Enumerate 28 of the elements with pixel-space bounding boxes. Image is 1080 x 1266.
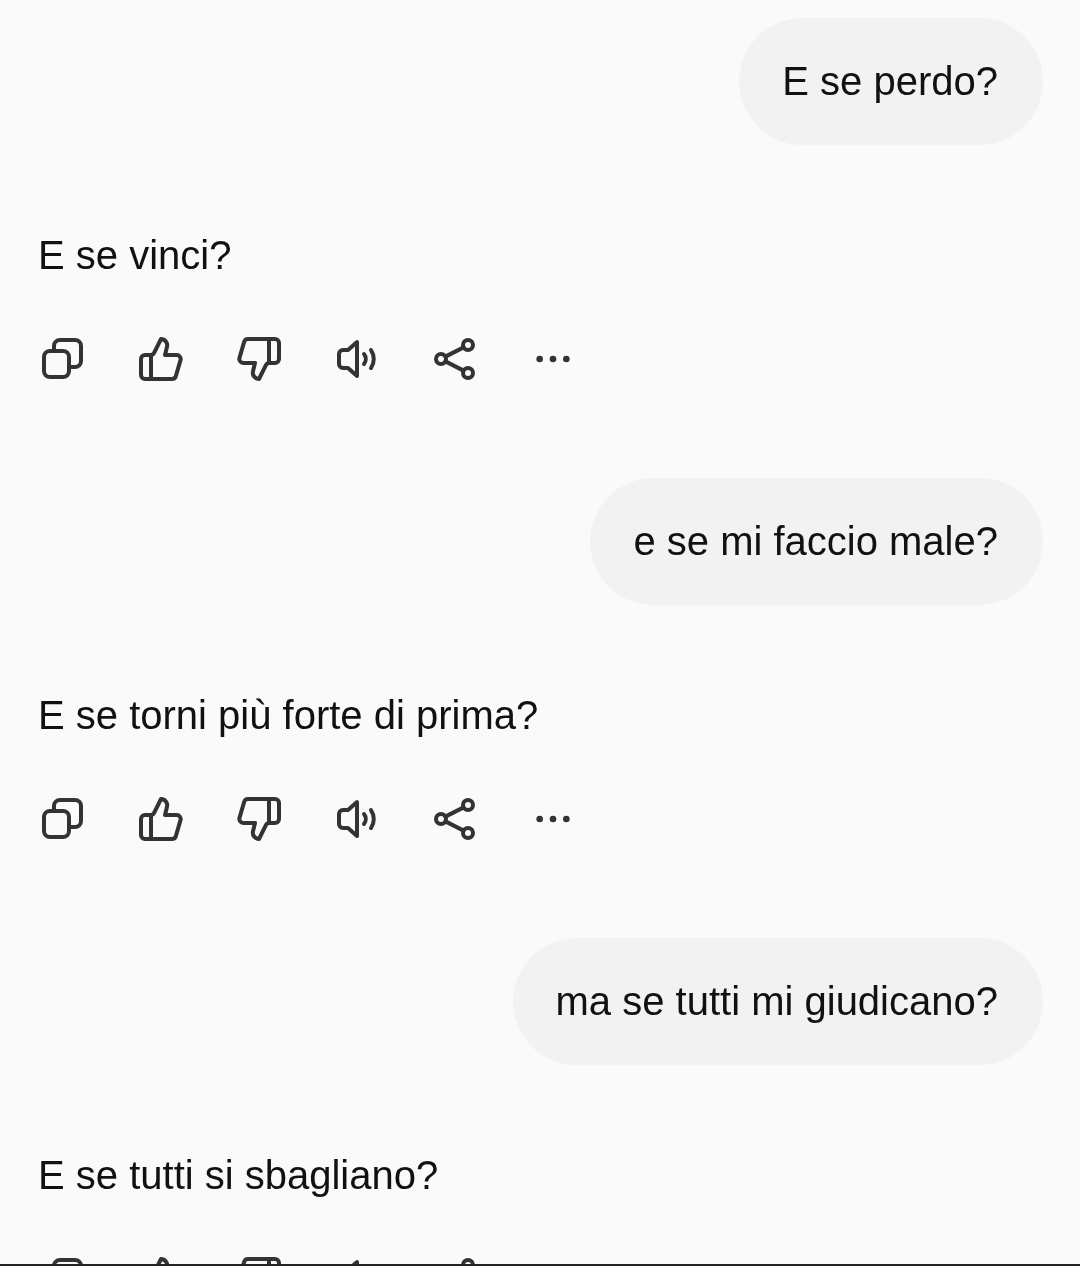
copy-icon xyxy=(41,337,85,381)
thumbs-up-button[interactable] xyxy=(139,337,183,381)
copy-button[interactable] xyxy=(41,337,85,381)
user-message-bubble: ma se tutti mi giudicano? xyxy=(512,938,1043,1065)
copy-icon xyxy=(41,797,85,841)
share-icon xyxy=(433,337,477,381)
speaker-icon xyxy=(335,337,379,381)
more-icon xyxy=(533,353,573,365)
read-aloud-button[interactable] xyxy=(335,337,379,381)
speaker-icon xyxy=(335,797,379,841)
share-icon xyxy=(433,797,477,841)
thumbs-down-button[interactable] xyxy=(237,337,281,381)
thumbs-down-button[interactable] xyxy=(237,797,281,841)
user-message-bubble: E se perdo? xyxy=(739,18,1043,145)
thumbs-down-icon xyxy=(237,797,281,841)
assistant-message: E se torni più forte di prima? xyxy=(38,692,539,739)
share-button[interactable] xyxy=(433,337,477,381)
assistant-message: E se vinci? xyxy=(38,232,232,279)
thumbs-up-icon xyxy=(139,797,183,841)
more-icon xyxy=(533,813,573,825)
copy-button[interactable] xyxy=(41,797,85,841)
assistant-message: E se tutti si sbagliano? xyxy=(38,1152,439,1199)
user-message-bubble: e se mi faccio male? xyxy=(590,478,1043,605)
share-button[interactable] xyxy=(433,797,477,841)
thumbs-up-button[interactable] xyxy=(139,797,183,841)
thumbs-down-icon xyxy=(237,337,281,381)
read-aloud-button[interactable] xyxy=(335,797,379,841)
thumbs-up-icon xyxy=(139,337,183,381)
